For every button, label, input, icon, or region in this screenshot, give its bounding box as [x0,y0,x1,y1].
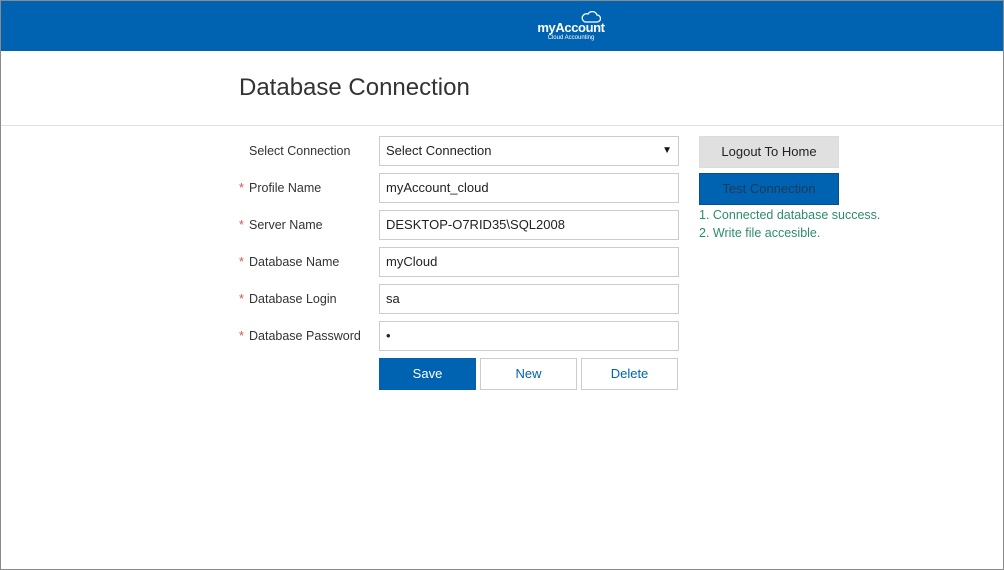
status-message: 2. Write file accesible. [699,226,821,240]
server-name-input[interactable]: DESKTOP-O7RID35\SQL2008 [379,210,679,240]
save-button[interactable]: Save [379,358,476,390]
required-marker: * [239,329,244,343]
delete-button[interactable]: Delete [581,358,678,390]
required-marker: * [239,292,244,306]
new-button[interactable]: New [480,358,577,390]
select-connection-label: Select Connection [249,144,351,158]
required-marker: * [239,218,244,232]
required-marker: * [239,255,244,269]
logo-subtitle: Cloud Accounting [547,35,595,41]
status-message: 1. Connected database success. [699,208,881,222]
database-password-label: * Database Password [239,321,374,351]
database-login-input[interactable]: sa [379,284,679,314]
page-title: Database Connection [239,74,470,101]
profile-name-label: * Profile Name [239,173,374,203]
database-name-label: * Database Name [239,247,374,277]
top-header: myAccount Cloud Accounting [1,1,1003,51]
select-connection-dropdown[interactable]: Select Connection ▼ [379,136,679,166]
select-connection-value: Select Connection [386,143,492,158]
database-login-label: * Database Login [239,284,374,314]
database-password-input[interactable]: • [379,321,679,351]
app-logo[interactable]: myAccount Cloud Accounting [535,10,607,44]
logout-to-home-button[interactable]: Logout To Home [699,136,839,168]
test-connection-button[interactable]: Test Connection [699,173,839,205]
profile-name-input[interactable]: myAccount_cloud [379,173,679,203]
logo-title: myAccount [537,20,605,35]
required-marker: * [239,181,244,195]
triangle-down-icon: ▼ [662,145,672,156]
header-divider [1,125,1003,126]
database-name-input[interactable]: myCloud [379,247,679,277]
server-name-label: * Server Name [239,210,374,240]
